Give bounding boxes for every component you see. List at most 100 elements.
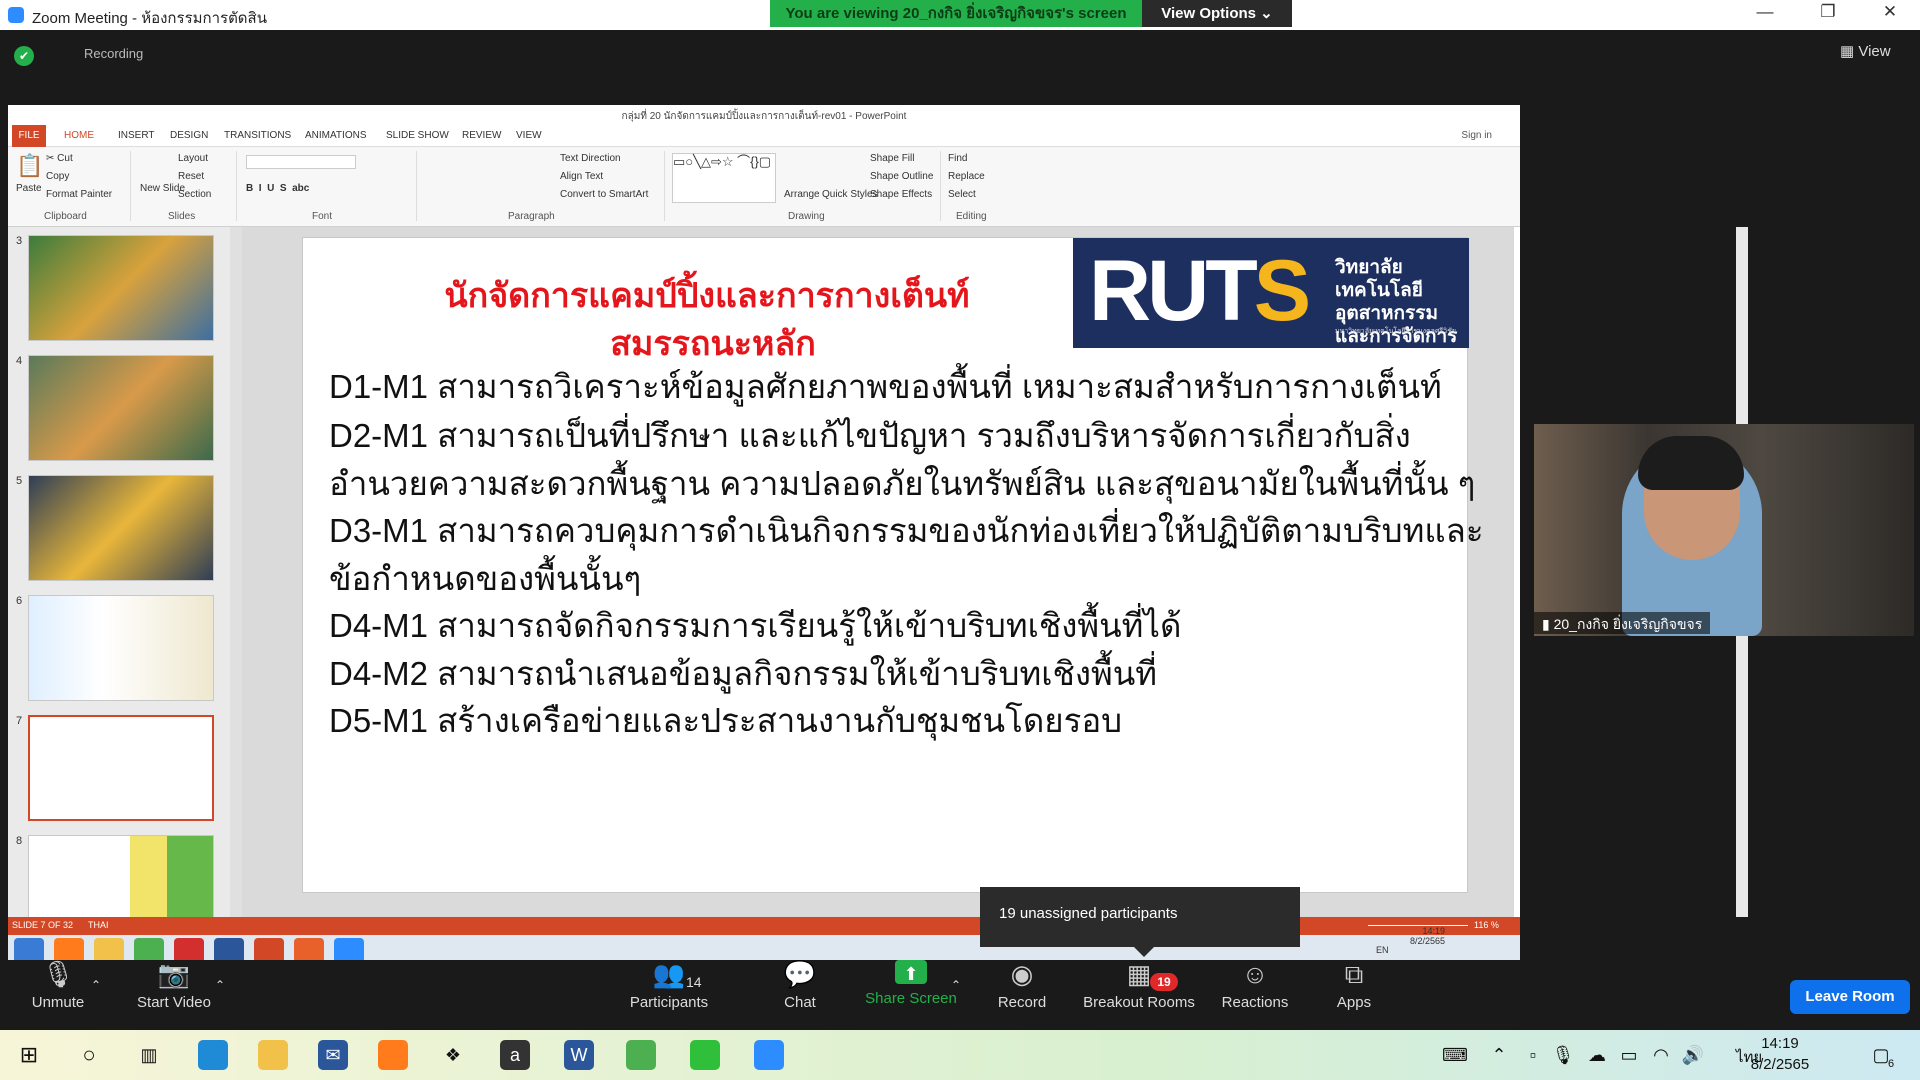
tab-design[interactable]: DESIGN — [170, 130, 208, 141]
shapes-gallery[interactable]: ▭○╲△⇨☆ ⌒{}▢ — [672, 153, 776, 203]
shape-effects-button[interactable]: Shape Effects — [870, 189, 932, 200]
view-button[interactable]: ▦ View — [1840, 42, 1891, 60]
replace-button[interactable]: Replace — [948, 171, 985, 182]
participant-hair — [1638, 436, 1744, 490]
close-icon[interactable]: ✕ — [1870, 2, 1910, 22]
shield-icon[interactable]: ✔ — [14, 46, 34, 66]
microphone-icon[interactable]: 🎙 — [1548, 1040, 1578, 1070]
record-button[interactable]: ◉ Record — [994, 960, 1050, 1011]
tab-file[interactable]: FILE — [12, 125, 46, 147]
shape-fill-button[interactable]: Shape Fill — [870, 153, 914, 164]
align-text-button[interactable]: Align Text — [560, 171, 603, 182]
arrange-button[interactable]: Arrange — [784, 189, 820, 200]
slide-editing-area: นักจัดการแคมป์ปิ้งและการกางเต็นท์ สมรรถน… — [242, 227, 1748, 917]
remote-clock: 14:19 8/2/2565 — [1410, 926, 1445, 946]
cloud-icon[interactable]: ☁ — [1582, 1040, 1612, 1070]
zoom-top-area — [0, 30, 1920, 105]
reactions-button[interactable]: ☺ Reactions — [1220, 960, 1290, 1011]
slide-thumbnail[interactable] — [28, 595, 214, 701]
participant-video-tile[interactable]: ▮ 20_กงกิจ ยิ่งเจริญกิจขจร — [1534, 424, 1914, 636]
thumbnail-scrollbar[interactable] — [230, 227, 242, 917]
tab-slide-show[interactable]: SLIDE SHOW — [386, 130, 449, 141]
unassigned-participants-tooltip: 19 unassigned participants — [980, 887, 1300, 957]
line-icon[interactable] — [690, 1040, 720, 1070]
firefox-icon[interactable] — [378, 1040, 408, 1070]
ribbon: 📋 Paste ✂ Cut Copy Format Painter Clipbo… — [8, 147, 1520, 227]
select-button[interactable]: Select — [948, 189, 976, 200]
unmute-label: Unmute — [31, 994, 85, 1011]
share-options-caret[interactable]: ⌃ — [948, 978, 964, 992]
camera-icon[interactable]: ▫ — [1518, 1040, 1548, 1070]
video-options-caret[interactable]: ⌃ — [212, 978, 228, 992]
tab-view[interactable]: VIEW — [516, 130, 542, 141]
reset-button[interactable]: Reset — [178, 171, 204, 182]
copy-button[interactable]: Copy — [46, 171, 69, 182]
volume-icon[interactable]: 🔊 — [1678, 1040, 1708, 1070]
thumbnail-number: 6 — [16, 595, 23, 607]
font-name-box[interactable] — [246, 155, 356, 169]
participant-name: 20_กงกิจ ยิ่งเจริญกิจขจร — [1553, 616, 1703, 632]
windows-start-icon[interactable]: ⊞ — [14, 1040, 44, 1070]
slide[interactable]: นักจัดการแคมป์ปิ้งและการกางเต็นท์ สมรรถน… — [302, 237, 1484, 893]
slide-thumbnail[interactable] — [28, 235, 214, 341]
wifi-icon[interactable]: ◠ — [1646, 1040, 1676, 1070]
tab-animations[interactable]: ANIMATIONS — [305, 130, 366, 141]
windows-taskbar: ⊞ ○ ▥ ✉ ❖ a W ⌨ ⌃ ▫ 🎙 ☁ ▭ ◠ 🔊 ▢ 6 — [0, 1030, 1920, 1080]
tab-review[interactable]: REVIEW — [462, 130, 501, 141]
text-direction-button[interactable]: Text Direction — [560, 153, 621, 164]
start-video-button[interactable]: 📷 Start Video — [134, 960, 214, 1011]
edge-icon[interactable] — [198, 1040, 228, 1070]
tab-transitions[interactable]: TRANSITIONS — [224, 130, 291, 141]
restore-icon[interactable]: ❐ — [1808, 2, 1848, 22]
sign-in-link[interactable]: Sign in — [1461, 130, 1492, 141]
tab-home[interactable]: HOME — [64, 130, 94, 141]
system-clock[interactable]: 14:19 8/2/2565 — [1740, 1033, 1820, 1075]
file-explorer-icon[interactable] — [258, 1040, 288, 1070]
tab-insert[interactable]: INSERT — [118, 130, 155, 141]
leave-room-button[interactable]: Leave Room — [1790, 980, 1910, 1014]
minimize-icon[interactable]: — — [1745, 2, 1785, 22]
paste-icon[interactable]: 📋 — [16, 153, 43, 179]
shape-outline-button[interactable]: Shape Outline — [870, 171, 933, 182]
dropbox-icon[interactable]: ❖ — [438, 1040, 468, 1070]
cut-button[interactable]: ✂ Cut — [46, 153, 73, 164]
breakout-rooms-button[interactable]: ▦ Breakout Rooms — [1080, 960, 1198, 1011]
search-icon[interactable]: ○ — [74, 1040, 104, 1070]
audio-options-caret[interactable]: ⌃ — [88, 978, 104, 992]
format-painter-button[interactable]: Format Painter — [46, 189, 112, 200]
unmute-button[interactable]: 🎙 Unmute — [28, 960, 88, 1011]
apps-button[interactable]: ⧉ Apps — [1334, 960, 1374, 1011]
view-options-button[interactable]: View Options ⌄ — [1142, 0, 1292, 27]
notification-count: 6 — [1888, 1058, 1895, 1070]
convert-smartart-button[interactable]: Convert to SmartArt — [560, 189, 648, 200]
participants-icon: 👥 — [652, 959, 686, 989]
slide-thumbnail[interactable] — [28, 355, 214, 461]
zoom-level[interactable]: 116 % — [1474, 920, 1499, 930]
paste-button[interactable]: Paste — [16, 183, 42, 194]
amazon-icon[interactable]: a — [500, 1040, 530, 1070]
chevron-up-icon[interactable]: ⌃ — [1484, 1040, 1514, 1070]
word-icon[interactable]: W — [564, 1040, 594, 1070]
competency-line: D5-M1 สร้างเครือข่ายและประสานงานกับชุมชน… — [329, 702, 1123, 739]
logo-small-text: มหาวิทยาลัยเทคโนโลยีราชมงคลศรีวิชัย — [1335, 328, 1456, 335]
mail-icon[interactable]: ✉ — [318, 1040, 348, 1070]
shared-powerpoint-window: กลุ่มที่ 20 นักจัดการแคมป์ปิ้งและการกางเ… — [8, 105, 1748, 969]
find-button[interactable]: Find — [948, 153, 967, 164]
task-view-icon[interactable]: ▥ — [134, 1040, 164, 1070]
section-button[interactable]: Section — [178, 189, 211, 200]
slide-thumbnail[interactable] — [28, 475, 214, 581]
chrome-icon[interactable] — [626, 1040, 656, 1070]
editing-group-label: Editing — [956, 211, 987, 222]
layout-button[interactable]: Layout — [178, 153, 208, 164]
bold-icon[interactable]: B I U S abc — [246, 183, 309, 194]
slide-thumbnail-selected[interactable] — [28, 715, 214, 821]
keyboard-icon[interactable]: ⌨ — [1440, 1040, 1470, 1070]
window-title: Zoom Meeting - ห้องกรรมการตัดสิน — [32, 10, 267, 27]
battery-icon[interactable]: ▭ — [1614, 1040, 1644, 1070]
participant-name-tag: ▮ 20_กงกิจ ยิ่งเจริญกิจขจร — [1534, 612, 1711, 634]
chat-button[interactable]: 💬 Chat — [776, 960, 824, 1011]
tray-language: EN — [1376, 945, 1389, 955]
share-screen-button[interactable]: ⬆ Share Screen — [864, 960, 958, 1007]
thumbnail-number: 8 — [16, 835, 23, 847]
zoom-icon[interactable] — [754, 1040, 784, 1070]
